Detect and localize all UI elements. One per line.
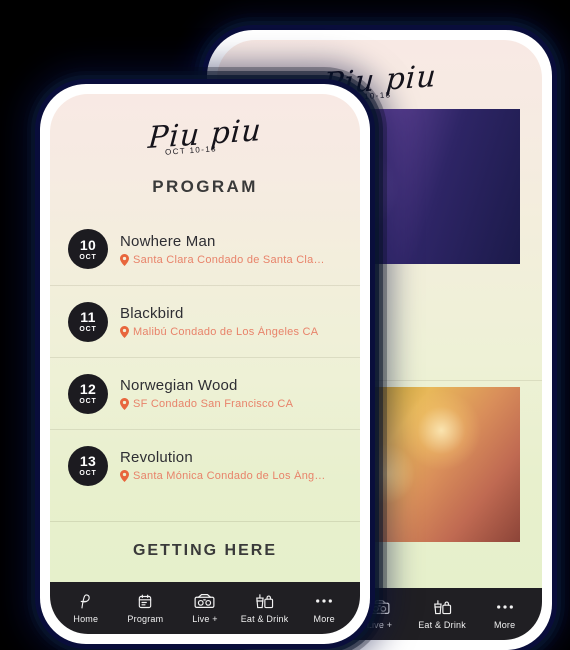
ellipsis-icon	[496, 598, 514, 616]
event-location: Santa Clara Condado de Santa Cla…	[120, 253, 342, 266]
cup-and-bag-icon	[433, 598, 452, 616]
map-pin-icon	[120, 326, 129, 338]
nav-label-program: Program	[127, 614, 164, 624]
map-pin-icon	[120, 398, 129, 410]
program-event-list: 10 OCT Nowhere Man Santa Clara Condado d…	[50, 213, 360, 521]
event-location-text: SF Condado San Francisco CA	[133, 398, 294, 410]
boombox-radio-icon	[369, 598, 390, 616]
event-location: Santa Mónica Condado de Los Áng…	[120, 470, 342, 482]
nav-label-live: Live +	[192, 614, 218, 624]
phone-screen-front: Piu piu OCT 10-13 PROGRAM 10 OCT Nowhere…	[50, 94, 360, 634]
cup-and-bag-icon	[255, 592, 274, 610]
event-info: Blackbird Malibú Condado de Los Ángeles …	[120, 305, 342, 338]
nav-item-eat-drink[interactable]: Eat & Drink	[235, 592, 295, 624]
date-day: 13	[79, 453, 97, 469]
map-pin-icon	[120, 470, 129, 482]
date-day: 11	[80, 309, 96, 325]
screenshot-stage: Piu piu OCT 10-13 Norwegian Wood Condado…	[0, 0, 570, 650]
event-info: Nowhere Man Santa Clara Condado de Santa…	[120, 233, 342, 266]
nav-item-live[interactable]: Live +	[175, 592, 235, 624]
getting-here-section[interactable]: GETTING HERE	[50, 521, 360, 582]
date-badge: 11 OCT	[68, 301, 108, 342]
date-month: OCT	[79, 398, 97, 405]
event-info: Revolution Santa Mónica Condado de Los Á…	[120, 449, 342, 482]
nav-item-more[interactable]: More	[294, 592, 354, 624]
date-badge: 13 OCT	[68, 445, 108, 486]
script-p-logo-icon	[77, 592, 94, 610]
boombox-radio-icon	[194, 592, 215, 610]
nav-label-more: More	[494, 620, 516, 630]
event-title: Nowhere Man	[120, 232, 216, 250]
date-month: OCT	[79, 470, 97, 477]
map-pin-icon	[120, 253, 129, 266]
app-body-front: Piu piu OCT 10-13 PROGRAM 10 OCT Nowhere…	[50, 94, 360, 582]
nav-label-eat-drink: Eat & Drink	[240, 614, 289, 624]
nav-item-home[interactable]: Home	[56, 592, 116, 624]
date-badge: 10 OCT	[68, 229, 108, 269]
calendar-icon	[137, 592, 153, 610]
nav-label-more: More	[313, 614, 335, 624]
date-day: 10	[79, 236, 97, 253]
nav-label-eat-drink: Eat & Drink	[418, 620, 466, 630]
date-month: OCT	[79, 326, 97, 333]
phone-device-front: Piu piu OCT 10-13 PROGRAM 10 OCT Nowhere…	[40, 84, 370, 644]
event-title: Blackbird	[120, 305, 184, 322]
date-day: 12	[79, 381, 97, 397]
event-title: Revolution	[120, 449, 193, 466]
page-title: PROGRAM	[152, 177, 258, 196]
event-location: Malibú Condado de Los Ángeles CA	[120, 326, 342, 338]
list-item[interactable]: 12 OCT Norwegian Wood SF Condado San Fra…	[50, 357, 360, 429]
nav-label-live: Live +	[366, 620, 393, 630]
event-info: Norwegian Wood SF Condado San Francisco …	[120, 377, 342, 410]
event-location-text: Malibú Condado de Los Ángeles CA	[133, 326, 319, 338]
nav-item-program[interactable]: Program	[116, 592, 176, 624]
date-badge: 12 OCT	[68, 373, 108, 414]
nav-label-home: Home	[73, 614, 99, 624]
event-location-text: Santa Mónica Condado de Los Áng…	[133, 470, 326, 482]
list-item[interactable]: 11 OCT Blackbird Malibú Condado de Los Á…	[50, 285, 360, 357]
list-item[interactable]: 10 OCT Nowhere Man Santa Clara Condado d…	[50, 213, 360, 285]
event-location-text: Santa Clara Condado de Santa Cla…	[133, 253, 325, 266]
date-month: OCT	[79, 253, 97, 261]
ellipsis-icon	[315, 592, 333, 610]
brand-header-front: Piu piu OCT 10-13	[50, 94, 360, 163]
nav-item-more[interactable]: More	[473, 598, 536, 630]
bottom-navigation-front: Home Program Live + Eat & Drink More	[50, 582, 360, 634]
nav-item-eat-drink[interactable]: Eat & Drink	[411, 598, 474, 630]
event-location: SF Condado San Francisco CA	[120, 398, 342, 410]
list-item[interactable]: 13 OCT Revolution Santa Mónica Condado d…	[50, 429, 360, 501]
event-title: Norwegian Wood	[120, 377, 238, 394]
